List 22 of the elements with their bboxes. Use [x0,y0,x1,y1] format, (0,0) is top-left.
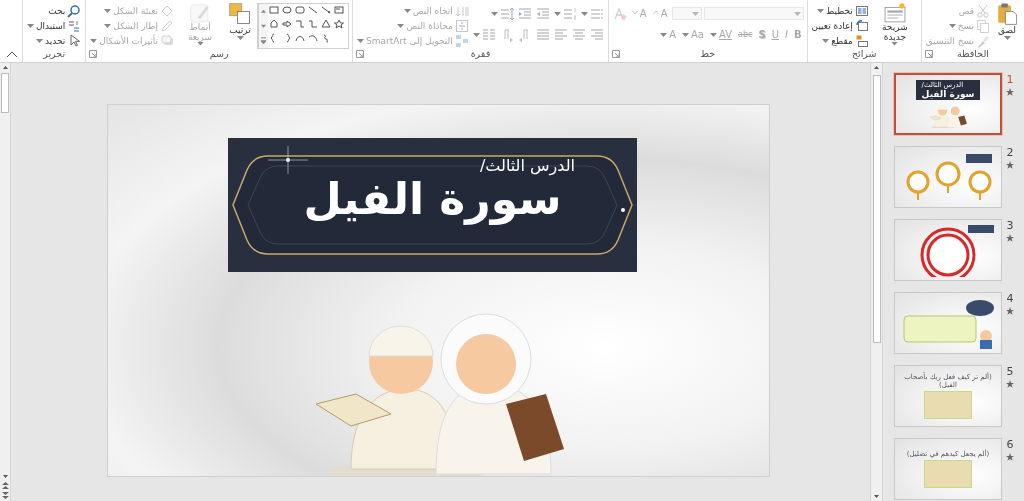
slide-number: 3 [1006,219,1014,232]
slide-number: 1 [1006,73,1014,86]
group-label: خط [700,47,716,59]
select-button[interactable]: تحديد [35,33,83,48]
reset-button[interactable]: إعادة تعيين [810,18,870,33]
layout-button[interactable]: تخطيط [815,3,870,18]
group-label: تحرير [43,47,66,59]
slide-number: 6 [1006,438,1014,451]
replace-button[interactable]: استبدال [26,18,83,33]
slide-number: 4 [1006,292,1014,305]
group-label: رسم [209,47,229,59]
new-slide-button[interactable]: شريحة جديدة [871,2,918,46]
slide-number: 2 [1006,146,1014,159]
group-label: شرائح [851,47,877,59]
find-button[interactable]: بحث [47,3,83,18]
slide-number: 5 [1006,365,1014,378]
group-label: فقرة [470,47,491,59]
thumbnail-title: سورة الفيل [921,89,975,99]
paste-button[interactable]: لصق [993,2,1021,46]
section-button[interactable]: مقطع [821,33,870,48]
arrange-button[interactable]: ترتيب [225,2,255,46]
group-label: الحافظة [956,47,989,59]
